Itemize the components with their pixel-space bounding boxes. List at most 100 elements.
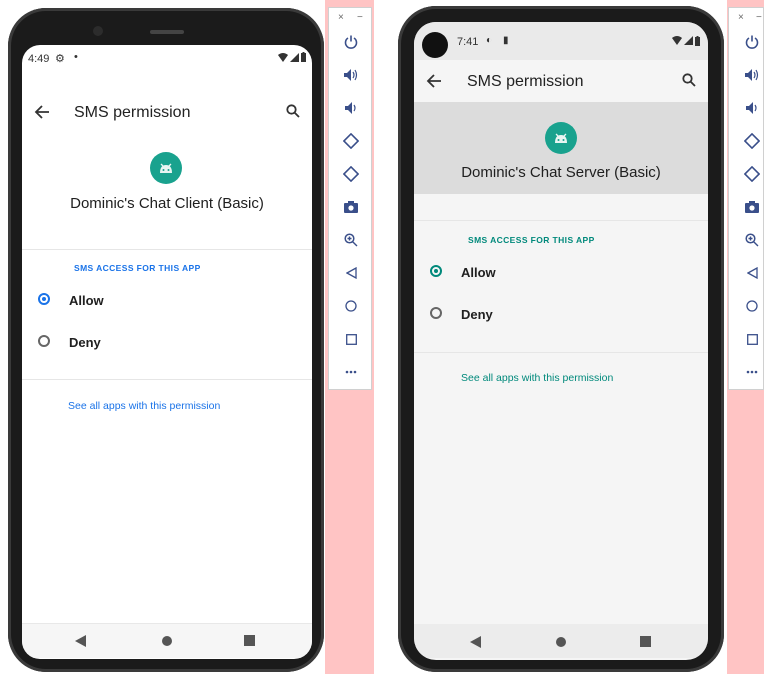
rotate-left-button[interactable]: [729, 129, 764, 153]
screenshot-button[interactable]: [329, 195, 373, 219]
nav-overview-icon[interactable]: [244, 635, 255, 646]
rotate-left-button[interactable]: [329, 129, 373, 153]
back-arrow-icon[interactable]: [426, 74, 442, 88]
more-icon: [345, 370, 357, 374]
power-button[interactable]: [329, 30, 373, 54]
more-button[interactable]: [729, 360, 764, 384]
back-button[interactable]: [329, 261, 373, 285]
zoom-button[interactable]: [729, 228, 764, 252]
option-label: Allow: [69, 293, 104, 308]
status-time: 4:49: [28, 53, 50, 65]
radio-button[interactable]: [430, 307, 442, 319]
wifi-icon: [278, 52, 288, 62]
zoom-icon: [344, 233, 358, 247]
radio-button-selected[interactable]: [38, 293, 50, 305]
nav-back-icon[interactable]: [470, 636, 481, 648]
nav-overview-icon[interactable]: [640, 636, 651, 647]
rotate-right-button[interactable]: [729, 162, 764, 186]
back-icon: [746, 267, 758, 279]
nav-home-icon[interactable]: [161, 635, 173, 647]
volume-up-button[interactable]: [729, 63, 764, 87]
volume-down-icon: [746, 102, 757, 114]
close-window-button[interactable]: ×: [338, 12, 344, 23]
rotate-right-button[interactable]: [329, 162, 373, 186]
radio-option-allow[interactable]: Allow: [424, 258, 698, 284]
rotate-right-icon: [744, 166, 760, 182]
app-header: Dominic's Chat Server (Basic): [414, 102, 708, 194]
option-label: Deny: [461, 307, 493, 322]
zoom-button[interactable]: [329, 228, 373, 252]
radio-option-allow[interactable]: Allow: [32, 287, 302, 313]
section-label: SMS ACCESS FOR THIS APP: [468, 235, 595, 245]
nav-home-icon[interactable]: [555, 636, 567, 648]
power-icon: [745, 35, 759, 49]
home-button[interactable]: [729, 294, 764, 318]
camera-icon: [344, 201, 358, 213]
android-icon: [555, 133, 567, 143]
window-controls: × −: [729, 12, 763, 24]
right-screen: 7:41 ◐ ▮ SMS permission Dominic's Chat S…: [414, 22, 708, 660]
overview-button[interactable]: [329, 327, 373, 351]
sd-card-icon: ▮: [503, 35, 509, 46]
see-all-apps-link[interactable]: See all apps with this permission: [68, 400, 220, 412]
back-button[interactable]: [729, 261, 764, 285]
volume-down-icon: [345, 102, 356, 114]
nav-back-icon[interactable]: [75, 635, 86, 647]
battery-icon: [301, 52, 306, 62]
search-icon[interactable]: [286, 104, 300, 118]
divider: [22, 379, 312, 380]
screenshot-button[interactable]: [729, 195, 764, 219]
app-name: Dominic's Chat Server (Basic): [461, 164, 661, 181]
app-bar: SMS permission: [414, 60, 708, 102]
section-label: SMS ACCESS FOR THIS APP: [74, 263, 201, 273]
radio-button[interactable]: [38, 335, 50, 347]
volume-down-button[interactable]: [729, 96, 764, 120]
minimize-window-button[interactable]: −: [357, 12, 363, 23]
status-icons: [278, 52, 306, 62]
camera-icon: [745, 201, 759, 213]
overview-button[interactable]: [729, 327, 764, 351]
more-button[interactable]: [329, 360, 373, 384]
radio-button-selected[interactable]: [430, 265, 442, 277]
back-icon: [345, 267, 357, 279]
divider: [22, 249, 312, 250]
rotate-left-icon: [343, 133, 359, 149]
status-time: 7:41: [457, 36, 479, 48]
signal-icon: [290, 52, 299, 62]
signal-icon: [684, 36, 693, 45]
minimize-window-button[interactable]: −: [756, 12, 762, 23]
power-button[interactable]: [729, 30, 764, 54]
app-name: Dominic's Chat Client (Basic): [70, 195, 264, 212]
status-bar: 4:49 ⚙ •: [22, 45, 312, 73]
left-front-camera: [93, 26, 103, 36]
volume-up-button[interactable]: [329, 63, 373, 87]
see-all-apps-link[interactable]: See all apps with this permission: [461, 372, 613, 384]
left-earpiece: [150, 30, 184, 34]
power-icon: [344, 35, 358, 49]
data-saver-icon: ◐: [486, 35, 493, 46]
app-icon: [545, 122, 577, 154]
punch-hole-camera: [422, 32, 448, 58]
divider: [414, 352, 708, 353]
more-icon: [746, 370, 758, 374]
rotate-left-icon: [744, 133, 760, 149]
page-title: SMS permission: [467, 73, 584, 90]
app-icon: [150, 152, 182, 184]
emulator-screenshot: { "left_device": { "status": { "time": "…: [0, 0, 764, 674]
home-icon: [345, 300, 357, 312]
left-screen: 4:49 ⚙ • SMS permission Dominic's Chat C…: [22, 45, 312, 659]
android-icon: [160, 163, 172, 173]
radio-option-deny[interactable]: Deny: [32, 329, 302, 355]
volume-down-button[interactable]: [329, 96, 373, 120]
battery-icon: [695, 36, 700, 46]
overview-icon: [746, 333, 758, 345]
navigation-bar: [22, 623, 312, 658]
home-button[interactable]: [329, 294, 373, 318]
status-icons: [672, 36, 700, 46]
back-arrow-icon[interactable]: [34, 105, 50, 119]
zoom-icon: [745, 233, 759, 247]
search-icon[interactable]: [682, 73, 696, 87]
rotate-right-icon: [343, 166, 359, 182]
radio-option-deny[interactable]: Deny: [424, 300, 698, 326]
close-window-button[interactable]: ×: [738, 12, 744, 23]
